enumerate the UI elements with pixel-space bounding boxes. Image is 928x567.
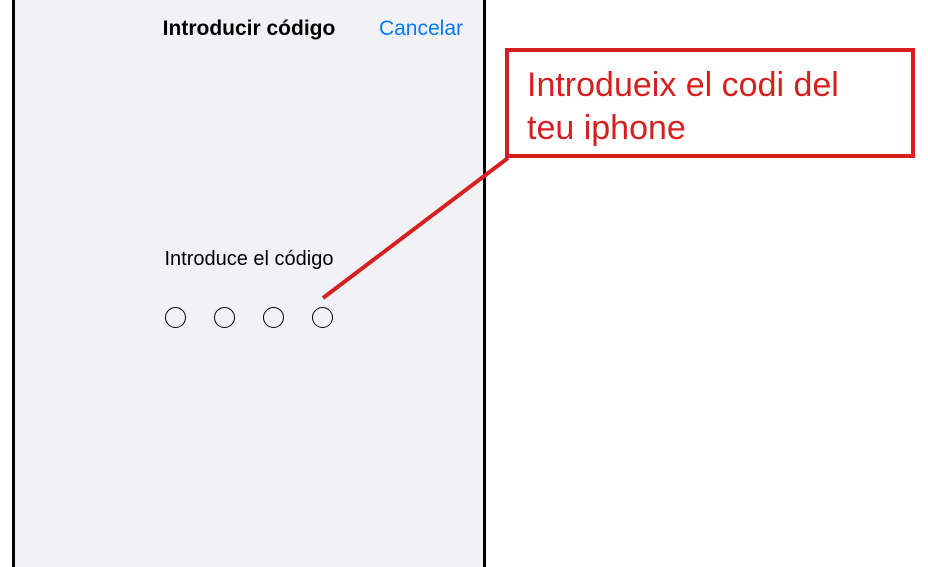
passcode-dot (312, 307, 333, 328)
modal-sheet: Introducir código Cancelar Introduce el … (15, 0, 483, 567)
sheet-title: Introducir código (163, 17, 336, 41)
passcode-dot (165, 307, 186, 328)
passcode-prompt: Introduce el código (15, 248, 483, 271)
passcode-dot (263, 307, 284, 328)
passcode-dots[interactable] (15, 307, 483, 328)
annotation-text: Introdueix el codi del teu iphone (527, 66, 839, 147)
annotation-callout: Introdueix el codi del teu iphone (505, 48, 915, 158)
passcode-area: Introduce el código (15, 248, 483, 328)
cancel-button[interactable]: Cancelar (379, 17, 463, 41)
passcode-dot (214, 307, 235, 328)
phone-frame: Introducir código Cancelar Introduce el … (12, 0, 486, 567)
sheet-header: Introducir código Cancelar (15, 0, 483, 58)
